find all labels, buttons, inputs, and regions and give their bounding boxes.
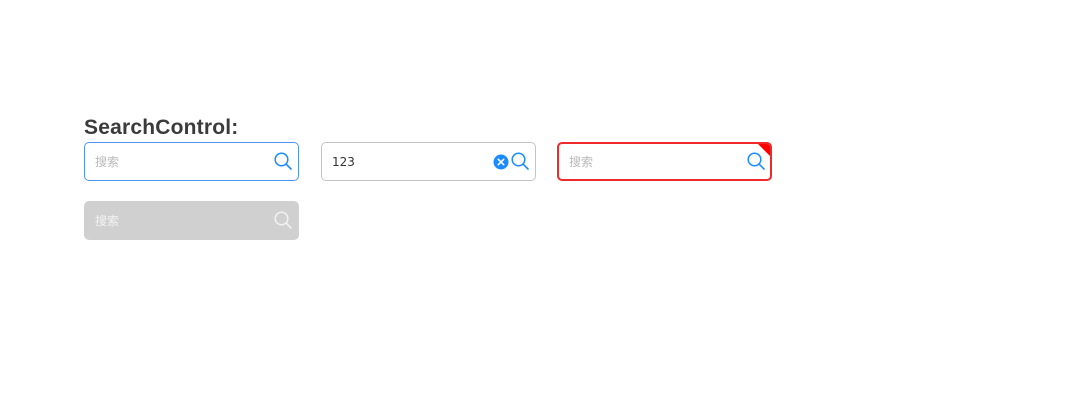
search-control-filled[interactable] xyxy=(321,142,536,181)
page: SearchControl: xyxy=(0,0,1080,401)
search-input[interactable] xyxy=(322,143,482,180)
search-control-disabled xyxy=(84,201,299,240)
search-icon xyxy=(274,211,292,229)
search-icon[interactable] xyxy=(510,151,530,171)
section-title: SearchControl: xyxy=(84,116,239,139)
search-input[interactable] xyxy=(559,144,719,179)
search-icon[interactable] xyxy=(273,151,293,171)
clear-icon[interactable] xyxy=(493,154,509,170)
search-input[interactable] xyxy=(85,143,245,180)
search-input xyxy=(85,202,245,239)
error-corner-icon xyxy=(757,144,770,157)
search-control-error[interactable] xyxy=(557,142,772,181)
search-control-focused[interactable] xyxy=(84,142,299,181)
